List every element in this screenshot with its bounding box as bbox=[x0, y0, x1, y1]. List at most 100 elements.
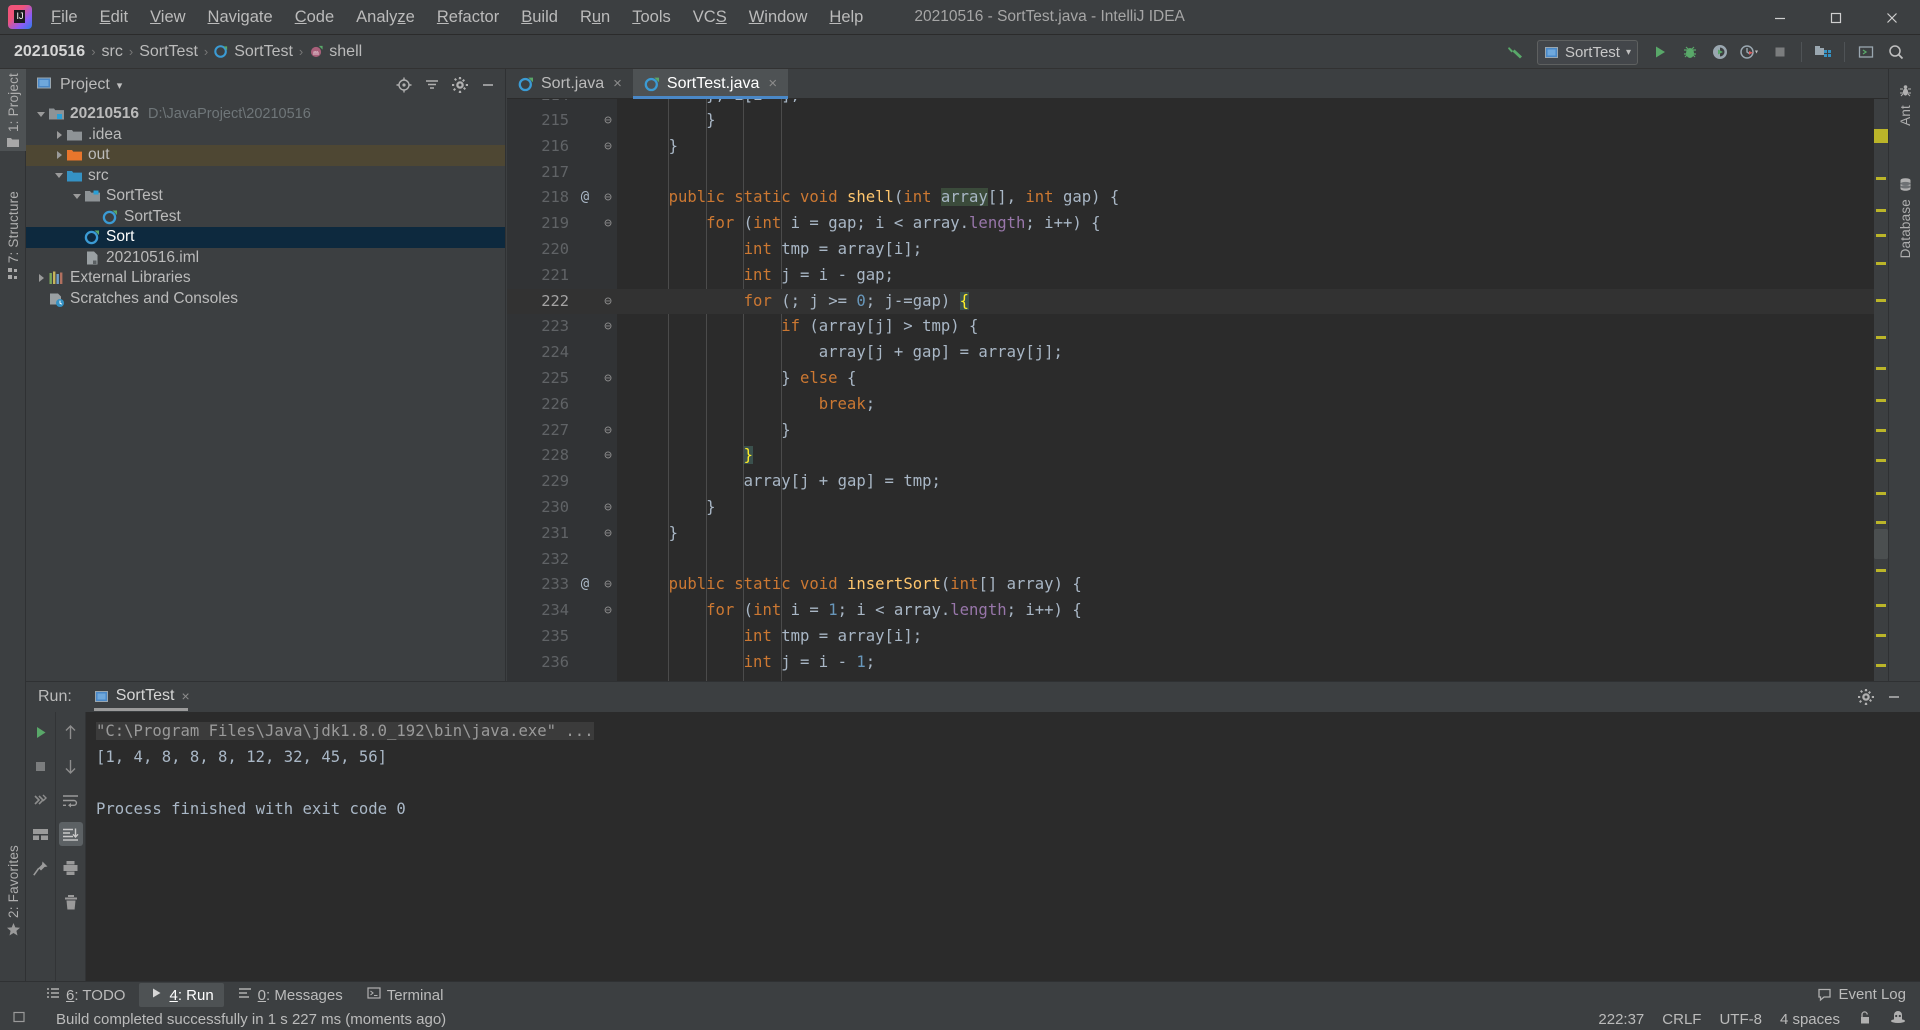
bottom-tab-0-messages[interactable]: 0: Messages bbox=[228, 983, 353, 1007]
bottom-tab-4-run[interactable]: 4: Run bbox=[139, 983, 224, 1007]
code-line[interactable]: 229 array[j + gap] = tmp; bbox=[507, 469, 1888, 495]
tree-node-out[interactable]: out bbox=[26, 145, 505, 166]
rerun-icon[interactable] bbox=[29, 720, 53, 744]
fold-toggle-icon[interactable]: ⊖ bbox=[600, 366, 616, 392]
code-line[interactable]: 226 break; bbox=[507, 392, 1888, 418]
console-output[interactable]: "C:\Program Files\Java\jdk1.8.0_192\bin\… bbox=[86, 712, 1920, 981]
fold-toggle-icon[interactable]: ⊖ bbox=[600, 289, 616, 315]
clear-all-icon[interactable] bbox=[59, 890, 83, 914]
tree-node-20210516[interactable]: 20210516 D:\JavaProject\20210516 bbox=[26, 104, 505, 125]
arrow-up-icon[interactable] bbox=[59, 720, 83, 744]
stop-icon[interactable] bbox=[1766, 38, 1794, 66]
print-icon[interactable] bbox=[59, 856, 83, 880]
fold-toggle-icon[interactable]: ⊖ bbox=[600, 211, 616, 237]
menu-item-window[interactable]: Window bbox=[738, 4, 819, 31]
menu-item-help[interactable]: Help bbox=[818, 4, 874, 31]
fold-toggle-icon[interactable]: ⊖ bbox=[600, 598, 616, 624]
stripe-marker[interactable] bbox=[1876, 604, 1886, 607]
event-log-button[interactable]: Event Log bbox=[1817, 981, 1906, 1008]
code-line[interactable]: 233 @ ⊖ public static void insertSort(int[… bbox=[507, 572, 1888, 598]
code-line[interactable]: 228 ⊖ } bbox=[507, 443, 1888, 469]
menu-item-edit[interactable]: Edit bbox=[89, 4, 139, 31]
fold-toggle-icon[interactable]: ⊖ bbox=[600, 521, 616, 547]
editor-tab-sorttest-java[interactable]: SortTest.java × bbox=[632, 69, 789, 99]
chevron-right-icon[interactable] bbox=[52, 148, 66, 162]
annotation-marker[interactable]: @ bbox=[577, 185, 593, 211]
tree-node-20210516-iml[interactable]: 20210516.iml bbox=[26, 248, 505, 269]
gear-icon[interactable] bbox=[1854, 685, 1878, 709]
run-with-coverage-icon[interactable] bbox=[1706, 38, 1734, 66]
minimize-icon[interactable] bbox=[1752, 0, 1808, 35]
maximize-icon[interactable] bbox=[1808, 0, 1864, 35]
stripe-marker[interactable] bbox=[1876, 459, 1886, 462]
menu-item-navigate[interactable]: Navigate bbox=[197, 4, 284, 31]
sidebar-item-project[interactable]: 1: Project bbox=[0, 69, 26, 152]
stripe-marker[interactable] bbox=[1876, 209, 1886, 212]
chevron-down-icon[interactable] bbox=[34, 107, 48, 121]
line-separator[interactable]: CRLF bbox=[1662, 1011, 1701, 1028]
sidebar-item-favorites[interactable]: 2: Favorites bbox=[0, 841, 26, 940]
rerun-failed-icon[interactable] bbox=[29, 788, 53, 812]
menu-item-analyze[interactable]: Analyze bbox=[345, 4, 426, 31]
stripe-marker[interactable] bbox=[1876, 569, 1886, 572]
stripe-marker[interactable] bbox=[1876, 521, 1886, 524]
stop-icon[interactable] bbox=[29, 754, 53, 778]
menu-item-code[interactable]: Code bbox=[284, 4, 345, 31]
code-line[interactable]: 232 bbox=[507, 547, 1888, 573]
terminal-icon[interactable] bbox=[1852, 38, 1880, 66]
collapse-all-icon[interactable] bbox=[419, 72, 445, 98]
code-line[interactable]: 223 ⊖ if (array[j] > tmp) { bbox=[507, 314, 1888, 340]
hide-icon[interactable] bbox=[475, 72, 501, 98]
code-line[interactable]: 225 ⊖ } else { bbox=[507, 366, 1888, 392]
sidebar-item-structure[interactable]: 7: Structure bbox=[0, 187, 26, 283]
code-line[interactable]: 217 bbox=[507, 160, 1888, 186]
code-line[interactable]: 227 ⊖ } bbox=[507, 418, 1888, 444]
search-everywhere-icon[interactable] bbox=[1882, 38, 1910, 66]
stripe-marker[interactable] bbox=[1876, 634, 1886, 637]
editor-scrollbar-thumb[interactable] bbox=[1874, 529, 1888, 559]
breadcrumb-item-shell[interactable]: m shell bbox=[309, 43, 362, 61]
close-icon[interactable]: × bbox=[613, 75, 622, 92]
stripe-marker[interactable] bbox=[1876, 336, 1886, 339]
code-line[interactable]: 221 int j = i - gap; bbox=[507, 263, 1888, 289]
toggle-tasks-icon[interactable] bbox=[29, 822, 53, 846]
close-icon[interactable]: × bbox=[768, 75, 777, 92]
menu-item-vcs[interactable]: VCS bbox=[682, 4, 738, 31]
code-line[interactable]: 218 @ ⊖ public static void shell(int array… bbox=[507, 185, 1888, 211]
fold-toggle-icon[interactable]: ⊖ bbox=[600, 314, 616, 340]
fold-toggle-icon[interactable]: ⊖ bbox=[600, 443, 616, 469]
encoding[interactable]: UTF-8 bbox=[1719, 1011, 1762, 1028]
scroll-to-end-icon[interactable] bbox=[58, 822, 83, 846]
soft-wrap-icon[interactable] bbox=[59, 788, 83, 812]
code-lines[interactable]: 214 }, i[i++]; 215 ⊖ } 216 ⊖ } 217 218 @ ⊖ publi… bbox=[507, 99, 1888, 681]
tree-node-src[interactable]: src bbox=[26, 166, 505, 187]
code-line[interactable]: 236 int j = i - 1; bbox=[507, 650, 1888, 676]
code-line[interactable]: 224 array[j + gap] = array[j]; bbox=[507, 340, 1888, 366]
tree-node-sorttest[interactable]: SortTest bbox=[26, 207, 505, 228]
code-editor[interactable]: 214 }, i[i++]; 215 ⊖ } 216 ⊖ } 217 218 @ ⊖ publi… bbox=[507, 99, 1888, 681]
pin-icon[interactable] bbox=[29, 856, 53, 880]
code-line[interactable]: 231 ⊖ } bbox=[507, 521, 1888, 547]
stripe-marker[interactable] bbox=[1876, 177, 1886, 180]
sidebar-item-database[interactable]: Database bbox=[1889, 177, 1920, 262]
code-line[interactable]: 219 ⊖ for (int i = gap; i < array.length;… bbox=[507, 211, 1888, 237]
tree-node-scratches-and-consoles[interactable]: Scratches and Consoles bbox=[26, 289, 505, 310]
fold-toggle-icon[interactable]: ⊖ bbox=[600, 185, 616, 211]
debug-icon[interactable] bbox=[1676, 38, 1704, 66]
code-line[interactable]: 220 int tmp = array[i]; bbox=[507, 237, 1888, 263]
stripe-marker[interactable] bbox=[1876, 492, 1886, 495]
menu-item-refactor[interactable]: Refactor bbox=[426, 4, 510, 31]
update-project-icon[interactable] bbox=[1809, 38, 1837, 66]
chevron-down-icon[interactable] bbox=[70, 189, 84, 203]
chevron-right-icon[interactable] bbox=[34, 271, 48, 285]
breadcrumb-item-sorttest[interactable]: SortTest bbox=[139, 43, 198, 61]
editor-tab-sort-java[interactable]: Sort.java × bbox=[507, 69, 633, 98]
stripe-marker[interactable] bbox=[1876, 234, 1886, 237]
chevron-down-icon[interactable] bbox=[52, 169, 66, 183]
fold-toggle-icon[interactable]: ⊖ bbox=[600, 134, 616, 160]
profiler-icon[interactable] bbox=[1736, 38, 1764, 66]
code-line[interactable]: 234 ⊖ for (int i = 1; i < array.length; i… bbox=[507, 598, 1888, 624]
build-hammer-icon[interactable] bbox=[1501, 38, 1529, 66]
code-line[interactable]: 215 ⊖ } bbox=[507, 108, 1888, 134]
bottom-tab-6-todo[interactable]: 6: TODO bbox=[36, 983, 135, 1007]
